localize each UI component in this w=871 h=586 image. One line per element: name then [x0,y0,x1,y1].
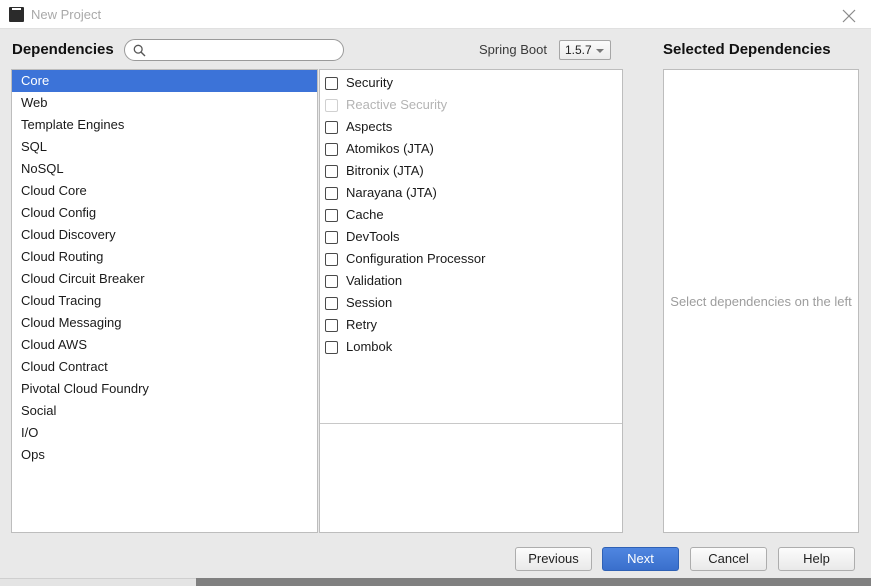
close-icon [842,9,856,23]
spring-boot-label: Spring Boot [479,42,547,57]
checkbox-icon[interactable] [325,186,338,200]
dependency-label: DevTools [346,229,400,244]
bottom-status-strip [0,578,871,586]
previous-button[interactable]: Previous [515,547,592,571]
checkbox-icon[interactable] [325,164,338,178]
category-list-item[interactable]: Template Engines [12,114,317,136]
category-list-item[interactable]: Core [12,70,317,92]
status-strip-left [0,578,196,586]
search-input[interactable] [152,42,336,59]
dependency-label: Reactive Security [346,97,448,112]
checkbox-icon[interactable] [325,340,338,354]
selected-dependencies-panel: Select dependencies on the left [663,69,859,533]
dependency-list-item[interactable]: Retry [320,314,622,336]
intellij-idea-icon [9,7,24,22]
category-list-item[interactable]: NoSQL [12,158,317,180]
dependency-list-item[interactable]: Configuration Processor [320,248,622,270]
dependency-label: Validation [346,273,403,288]
selected-dependencies-placeholder: Select dependencies on the left [670,293,852,309]
checkbox-icon[interactable] [325,120,338,134]
dependency-list-item[interactable]: Security [320,72,622,94]
checkbox-icon[interactable] [325,76,338,90]
chevron-down-icon [596,49,604,53]
category-list-panel: Core Web Template Engines SQL NoSQL Cloud Cor… [11,69,318,533]
category-list-item[interactable]: Pivotal Cloud Foundry [12,378,317,400]
dependencies-heading: Dependencies [12,41,114,58]
category-list-item[interactable]: Cloud Messaging [12,312,317,334]
spring-boot-version-select[interactable]: 1.5.7 [559,40,611,60]
checkbox-icon[interactable] [325,230,338,244]
dependency-list-item[interactable]: Bitronix (JTA) [320,160,622,182]
selected-dependencies-heading: Selected Dependencies [663,41,831,58]
dependency-label: Bitronix (JTA) [346,163,424,178]
close-button[interactable] [827,0,871,29]
dependency-label: Retry [346,317,378,332]
category-list-item[interactable]: Social [12,400,317,422]
checkbox-icon[interactable] [325,274,338,288]
dependency-label: Cache [346,207,384,222]
dependency-list-item[interactable]: Cache [320,204,622,226]
search-icon [133,44,146,60]
dependency-list-item[interactable]: Session [320,292,622,314]
checkbox-icon[interactable] [325,252,338,266]
category-list-item[interactable]: Cloud Config [12,202,317,224]
dependency-list-item[interactable]: Lombok [320,336,622,358]
checkbox-icon[interactable] [325,318,338,332]
category-list: Core Web Template Engines SQL NoSQL Cloud Cor… [12,70,317,466]
new-project-dialog: Dependencies Spring Boot 1.5.7 Selected … [0,29,871,578]
dependency-label: Session [346,295,393,310]
category-list-item[interactable]: Cloud Discovery [12,224,317,246]
checkbox-icon[interactable] [325,296,338,310]
dependency-list-item: Reactive Security [320,94,622,116]
checkbox-icon[interactable] [325,208,338,222]
dependency-list-panel: Security Reactive Security Aspects Atomikos… [319,69,623,533]
dependency-label: Security [346,75,393,90]
next-button[interactable]: Next [602,547,679,571]
dependency-list-item[interactable]: Validation [320,270,622,292]
spring-boot-version-value: 1.5.7 [565,43,592,57]
category-list-item[interactable]: Cloud Contract [12,356,317,378]
category-list-item[interactable]: Cloud Core [12,180,317,202]
dependency-search-field[interactable] [124,39,344,61]
category-list-item[interactable]: I/O [12,422,317,444]
dependency-label: Atomikos (JTA) [346,141,434,156]
checkbox-icon [325,98,338,112]
checkbox-icon[interactable] [325,142,338,156]
category-list-item[interactable]: Cloud Tracing [12,290,317,312]
category-list-item[interactable]: SQL [12,136,317,158]
dependency-list-item[interactable]: Atomikos (JTA) [320,138,622,160]
status-strip-right [196,578,871,586]
dependency-label: Narayana (JTA) [346,185,437,200]
category-list-item[interactable]: Web [12,92,317,114]
dependency-checkbox-list: Security Reactive Security Aspects Atomikos… [320,70,622,358]
dependency-label: Configuration Processor [346,251,486,266]
cancel-button[interactable]: Cancel [690,547,767,571]
dependency-description-divider [320,423,622,424]
dependency-label: Aspects [346,119,393,134]
dependency-list-item[interactable]: Aspects [320,116,622,138]
category-list-item[interactable]: Cloud Routing [12,246,317,268]
window-title: New Project [31,7,102,22]
dependency-list-item[interactable]: Narayana (JTA) [320,182,622,204]
category-list-item[interactable]: Cloud Circuit Breaker [12,268,317,290]
dependency-label: Lombok [346,339,393,354]
category-list-item[interactable]: Cloud AWS [12,334,317,356]
window-titlebar: New Project [0,0,871,29]
dependency-list-item[interactable]: DevTools [320,226,622,248]
help-button[interactable]: Help [778,547,855,571]
category-list-item[interactable]: Ops [12,444,317,466]
